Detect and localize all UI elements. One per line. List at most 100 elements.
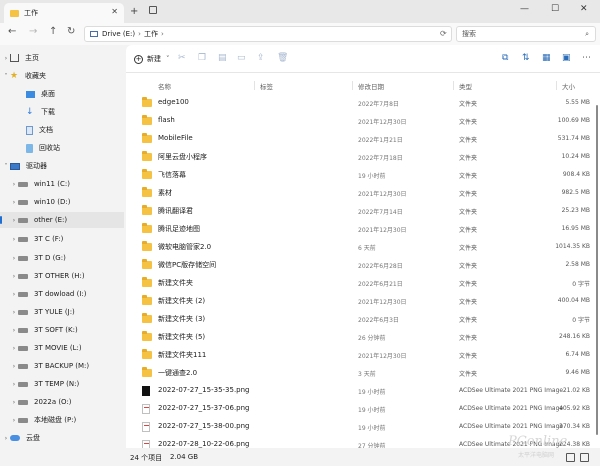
file-row[interactable]: 腾讯足迹地图 2021年12月30日 文件夹 16.95 MB bbox=[126, 220, 600, 238]
sidebar-item[interactable]: 文档 bbox=[0, 122, 53, 138]
file-row[interactable]: 2022-07-27_15-35-35.png 19 小时前 ACDSee Ulti… bbox=[126, 382, 600, 400]
tiles-view-icon[interactable] bbox=[580, 453, 589, 462]
sidebar-item[interactable]: ˅ ★ 收藏夹 bbox=[0, 68, 47, 84]
sidebar-item[interactable]: ˅ 驱动器 bbox=[0, 158, 48, 174]
maximize-button[interactable]: ☐ bbox=[551, 4, 559, 14]
chevron-right-icon[interactable]: › bbox=[10, 381, 18, 388]
file-row[interactable]: 素材 2021年12月30日 文件夹 982.5 MB bbox=[126, 184, 600, 202]
sidebar-item[interactable]: › 3T dowload (I:) bbox=[0, 286, 87, 302]
column-name[interactable]: 名称 bbox=[158, 81, 171, 91]
column-divider[interactable] bbox=[453, 81, 454, 90]
chevron-down-icon[interactable]: ˅ bbox=[2, 163, 10, 170]
search-input[interactable]: 搜索 ⌕ bbox=[456, 26, 596, 42]
sidebar-item[interactable]: › 3T YULE (J:) bbox=[0, 304, 75, 320]
file-row[interactable]: 腾讯翻译君 2022年7月14日 文件夹 25.23 MB bbox=[126, 202, 600, 220]
chevron-down-icon[interactable]: ˅ bbox=[2, 73, 10, 80]
sidebar-item[interactable]: › other (E:) bbox=[0, 212, 124, 228]
column-type[interactable]: 类型 bbox=[459, 81, 472, 91]
new-tab-button[interactable]: + bbox=[130, 6, 138, 17]
more-icon[interactable]: ⋯ bbox=[582, 53, 591, 63]
details-pane-icon[interactable]: ▣ bbox=[562, 53, 571, 63]
sidebar-item[interactable]: › 3T SOFT (K:) bbox=[0, 322, 78, 338]
file-row[interactable]: 2022-07-27_15-37-06.png 19 小时前 ACDSee Ulti… bbox=[126, 400, 600, 418]
sidebar-item[interactable]: › 本地磁盘 (P:) bbox=[0, 412, 76, 428]
chevron-right-icon[interactable]: › bbox=[10, 327, 18, 334]
column-divider[interactable] bbox=[556, 81, 557, 90]
sidebar-item[interactable]: › 3T BACKUP (M:) bbox=[0, 358, 89, 374]
file-row[interactable]: MobileFile 2022年1月21日 文件夹 531.74 MB bbox=[126, 130, 600, 148]
close-tab-icon[interactable]: ✕ bbox=[111, 7, 118, 16]
chevron-right-icon[interactable]: › bbox=[10, 273, 18, 280]
up-button[interactable]: ↑ bbox=[49, 26, 57, 37]
minimize-button[interactable]: — bbox=[520, 4, 529, 14]
details-view-icon[interactable] bbox=[566, 453, 575, 462]
share-icon[interactable]: ⇪ bbox=[257, 53, 265, 63]
file-row[interactable]: 新建文件夹 (2) 2021年12月30日 文件夹 400.04 MB bbox=[126, 292, 600, 310]
chevron-right-icon[interactable]: › bbox=[10, 345, 18, 352]
sidebar-item[interactable]: › win10 (D:) bbox=[0, 194, 71, 210]
sidebar-item[interactable]: › 云盘 bbox=[0, 430, 40, 446]
sidebar-item[interactable]: 回收站 bbox=[0, 140, 60, 156]
address-refresh-icon[interactable]: ⟳ bbox=[440, 29, 447, 38]
file-row[interactable]: edge100 2022年7月8日 文件夹 5.55 MB bbox=[126, 94, 600, 112]
close-window-button[interactable]: ✕ bbox=[580, 4, 588, 14]
sidebar-item-label: 回收站 bbox=[39, 144, 60, 152]
sidebar-item[interactable]: › 3T MOVIE (L:) bbox=[0, 340, 82, 356]
file-row[interactable]: 新建文件夹 (3) 2022年6月3日 文件夹 0 字节 bbox=[126, 310, 600, 328]
tab-work[interactable]: 工作 ✕ bbox=[4, 3, 124, 23]
cut-icon[interactable]: ✂ bbox=[178, 53, 186, 63]
sidebar-item[interactable]: › 3T OTHER (H:) bbox=[0, 268, 85, 284]
sidebar-item[interactable]: › 3T C (F:) bbox=[0, 231, 64, 247]
rename-icon[interactable]: ▭ bbox=[237, 53, 246, 63]
view-icon[interactable]: ⇅ bbox=[522, 53, 530, 63]
column-tags[interactable]: 标签 bbox=[260, 81, 273, 91]
sidebar-item[interactable]: ↓ 下载 bbox=[0, 104, 55, 120]
sidebar-item[interactable]: 桌面 bbox=[0, 86, 55, 102]
chevron-right-icon[interactable]: › bbox=[10, 217, 18, 224]
file-row[interactable]: 飞信落幕 19 小时前 文件夹 908.4 KB bbox=[126, 166, 600, 184]
forward-button[interactable]: → bbox=[29, 26, 37, 37]
sidebar-item[interactable]: › win11 (C:) bbox=[0, 176, 70, 192]
filter-icon[interactable]: ▦ bbox=[542, 53, 551, 63]
sidebar-item[interactable]: › 3T TEMP (N:) bbox=[0, 376, 79, 392]
breadcrumb-folder[interactable]: 工作 bbox=[144, 29, 158, 39]
refresh-button[interactable]: ↻ bbox=[67, 26, 75, 37]
column-size[interactable]: 大小 bbox=[562, 81, 575, 91]
file-row[interactable]: 微软电脑管家2.0 6 天前 文件夹 1014.35 KB bbox=[126, 238, 600, 256]
chevron-right-icon[interactable]: › bbox=[10, 309, 18, 316]
sort-icon[interactable]: ⧉ bbox=[502, 53, 508, 63]
chevron-right-icon[interactable]: › bbox=[10, 255, 18, 262]
vertical-scrollbar[interactable] bbox=[596, 105, 598, 435]
breadcrumb-drive[interactable]: Drive (E:) bbox=[102, 30, 135, 38]
file-row[interactable]: 新建文件夹 2022年6月21日 文件夹 0 字节 bbox=[126, 274, 600, 292]
file-row[interactable]: 微信PC版存储空间 2022年6月28日 文件夹 2.58 MB bbox=[126, 256, 600, 274]
chevron-right-icon[interactable]: › bbox=[10, 363, 18, 370]
file-row[interactable]: 一键通查2.0 3 天前 文件夹 9.46 MB bbox=[126, 364, 600, 382]
sidebar-item[interactable]: › 主页 bbox=[0, 50, 39, 66]
chevron-right-icon[interactable]: › bbox=[10, 181, 18, 188]
chevron-right-icon[interactable]: › bbox=[10, 236, 18, 243]
column-divider[interactable] bbox=[352, 81, 353, 90]
copy-icon[interactable]: ❐ bbox=[198, 53, 206, 63]
chevron-right-icon[interactable]: › bbox=[2, 55, 10, 62]
file-row[interactable]: 新建文件夹 (5) 26 分钟前 文件夹 248.16 KB bbox=[126, 328, 600, 346]
column-modified[interactable]: 修改日期 bbox=[358, 81, 384, 91]
back-button[interactable]: ← bbox=[8, 26, 16, 37]
sidebar-item[interactable]: › 2022a (O:) bbox=[0, 394, 72, 410]
column-divider[interactable] bbox=[254, 81, 255, 90]
sidebar-item[interactable]: › 3T D (G:) bbox=[0, 250, 66, 266]
chevron-right-icon[interactable]: › bbox=[2, 435, 10, 442]
chevron-right-icon[interactable]: › bbox=[10, 399, 18, 406]
chevron-right-icon[interactable]: › bbox=[10, 291, 18, 298]
delete-icon[interactable]: 🗑 bbox=[277, 53, 288, 63]
file-size: 370.34 KB bbox=[559, 423, 590, 430]
tab-list-icon[interactable] bbox=[149, 6, 157, 14]
new-button[interactable]: + 新建 ˅ bbox=[134, 54, 170, 64]
file-row[interactable]: flash 2021年12月30日 文件夹 100.69 MB bbox=[126, 112, 600, 130]
chevron-right-icon[interactable]: › bbox=[10, 417, 18, 424]
address-field[interactable]: Drive (E:) › 工作 › bbox=[84, 26, 452, 42]
paste-icon[interactable]: ▤ bbox=[218, 53, 227, 63]
file-row[interactable]: 新建文件夹111 2021年12月30日 文件夹 6.74 MB bbox=[126, 346, 600, 364]
file-row[interactable]: 阿里云盘小程序 2022年7月18日 文件夹 10.24 MB bbox=[126, 148, 600, 166]
chevron-right-icon[interactable]: › bbox=[10, 199, 18, 206]
